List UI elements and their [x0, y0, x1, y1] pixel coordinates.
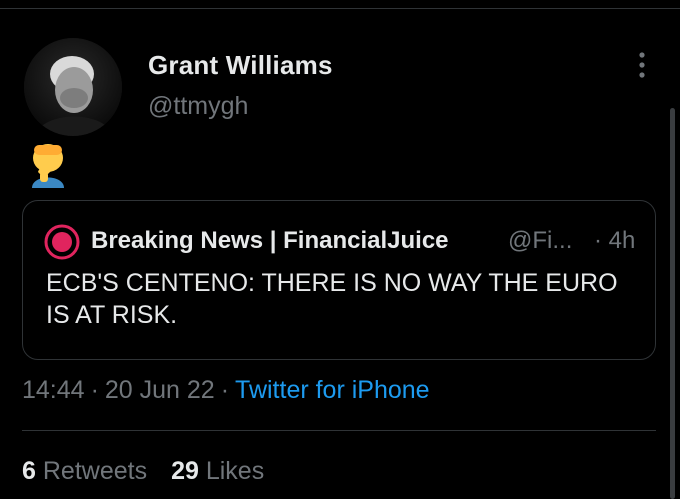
retweets-count: 6 [22, 457, 36, 485]
more-vertical-icon[interactable] [632, 50, 652, 80]
tweet-source-link[interactable]: Twitter for iPhone [235, 376, 430, 404]
face-palm-icon [26, 142, 70, 188]
scrollbar[interactable] [670, 108, 675, 499]
likes-label: Likes [205, 457, 265, 485]
quoted-author-handle[interactable]: @Fi... [508, 227, 572, 255]
author-handle[interactable]: @ttmygh [148, 92, 248, 121]
divider [22, 430, 656, 431]
separator: · [90, 376, 99, 404]
author-name[interactable]: Grant Williams [148, 50, 333, 81]
retweets-link[interactable]: 6 Retweets [22, 457, 147, 485]
quoted-text: ECB'S CENTENO: THERE IS NO WAY THE EURO … [46, 269, 618, 329]
retweets-label: Retweets [42, 457, 148, 485]
tweet-meta: 14:44 · 20 Jun 22 · Twitter for iPhone [22, 376, 430, 405]
quoted-timestamp: · 4h [594, 227, 636, 254]
tweet-time: 14:44 [22, 376, 85, 404]
tweet-detail-view: Grant Williams @ttmygh Breaking News | F… [0, 0, 680, 499]
quoted-author-name[interactable]: Breaking News | FinancialJuice [91, 227, 449, 255]
red-alert-icon [44, 224, 80, 260]
likes-link[interactable]: 29 Likes [171, 457, 264, 485]
likes-count: 29 [171, 457, 199, 485]
tweet-stats: 6 Retweets 29 Likes [22, 457, 264, 486]
tweet-date: 20 Jun 22 [104, 376, 215, 404]
divider [0, 8, 680, 9]
separator: · [220, 376, 230, 404]
avatar[interactable] [24, 38, 122, 136]
